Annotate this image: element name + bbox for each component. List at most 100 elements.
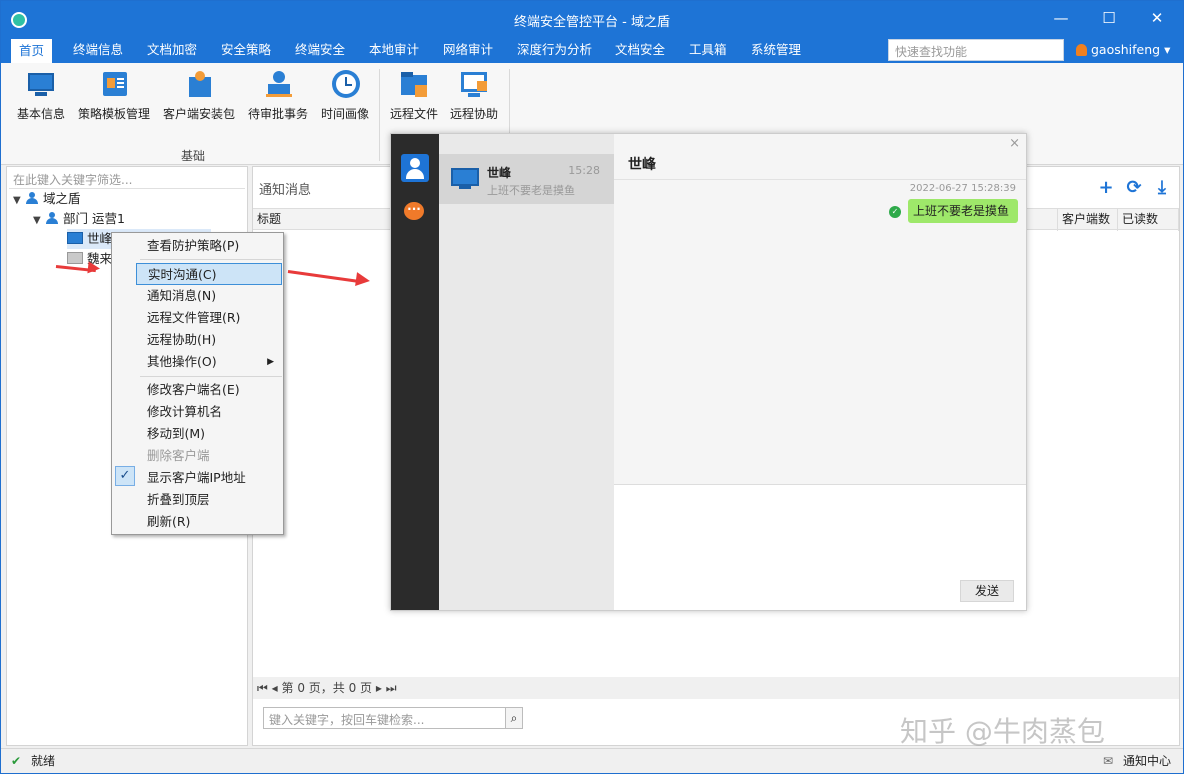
menu-local-audit[interactable]: 本地审计	[361, 37, 427, 63]
monitor-info-icon	[26, 69, 56, 99]
ribbon-time-profile-button[interactable]: 时间画像	[319, 69, 371, 122]
menu-item-refresh[interactable]: 刷新(R)	[136, 511, 282, 533]
first-page-icon[interactable]: ⏮	[257, 681, 268, 695]
menu-network-audit[interactable]: 网络审计	[435, 37, 501, 63]
close-button[interactable]: ✕	[1145, 7, 1169, 29]
search-icon[interactable]: ⌕	[505, 707, 523, 729]
tree-node-label: 部门 运营1	[63, 211, 125, 226]
user-icon	[1076, 44, 1087, 56]
tree-node-label: 世峰	[87, 231, 113, 246]
menu-doc-encrypt[interactable]: 文档加密	[139, 37, 205, 63]
menu-item-remote-file[interactable]: 远程文件管理(R)	[136, 307, 282, 329]
column-client-count[interactable]: 客户端数	[1058, 209, 1118, 231]
refresh-icon[interactable]: ⟳	[1123, 177, 1145, 199]
clock-icon	[330, 69, 360, 99]
red-arrow-head	[355, 272, 371, 288]
policy-template-icon	[99, 69, 129, 99]
remote-assist-icon	[459, 69, 489, 99]
pane-toolbar: + ⟳ ⤓	[1089, 177, 1173, 199]
conversation-time: 15:28	[568, 164, 600, 177]
menu-terminal-security[interactable]: 终端安全	[287, 37, 353, 63]
menu-item-live-chat[interactable]: 实时沟通(C)	[136, 263, 282, 285]
next-page-icon[interactable]: ▸	[376, 681, 382, 695]
pager: ⏮ ◂ 第 0 页，共 0 页 ▸ ⏭	[253, 677, 1179, 699]
ribbon-label: 策略模板管理	[77, 107, 150, 121]
menu-terminal-info[interactable]: 终端信息	[65, 37, 131, 63]
status-text: 就绪	[31, 754, 56, 768]
user-name: gaoshifeng	[1091, 42, 1161, 57]
ribbon-separator	[379, 69, 380, 161]
menu-item-move-to[interactable]: 移动到(M)	[136, 423, 282, 445]
add-icon[interactable]: +	[1095, 177, 1117, 199]
tree-node-dept[interactable]: ▼ 部门 运营1	[33, 209, 125, 229]
ribbon-group-label: 基础	[181, 149, 206, 163]
notification-search-input[interactable]: 键入关键字，按回车键检索...	[263, 707, 523, 729]
menu-system-admin[interactable]: 系统管理	[743, 37, 809, 63]
group-icon	[45, 212, 59, 224]
column-read-count[interactable]: 已读数	[1118, 209, 1179, 231]
red-arrow-head	[87, 261, 101, 275]
menu-security-policy[interactable]: 安全策略	[213, 37, 279, 63]
message-timestamp: 2022-06-27 15:28:39	[909, 183, 1016, 194]
ribbon-label: 远程协助	[449, 107, 498, 121]
menu-item-view-policy[interactable]: 查看防护策略(P)	[136, 235, 282, 257]
remote-file-icon	[399, 69, 429, 99]
ready-check-icon: ✔	[11, 754, 22, 768]
menu-item-label: 其他操作(O)	[147, 354, 217, 369]
monitor-icon	[451, 168, 479, 186]
monitor-online-icon	[67, 232, 83, 244]
conversation-list: 世峰 15:28 上班不要老是摸鱼	[439, 134, 614, 610]
ribbon-label: 客户端安装包	[162, 107, 235, 121]
menu-home[interactable]: 首页	[11, 39, 53, 63]
install-package-icon	[184, 69, 214, 99]
menu-item-delete-client: 删除客户端	[147, 448, 210, 463]
submenu-arrow-icon: ▶	[267, 357, 274, 367]
menu-item-show-ip[interactable]: 显示客户端IP地址	[136, 467, 282, 489]
prev-page-icon[interactable]: ◂	[272, 681, 278, 695]
send-button[interactable]: 发送	[960, 580, 1014, 602]
ribbon-label: 待审批事务	[247, 107, 308, 121]
pane-title: 通知消息	[259, 183, 312, 198]
menu-item-rename-client[interactable]: 修改客户端名(E)	[136, 379, 282, 401]
message-bubble: 上班不要老是摸鱼	[908, 199, 1018, 223]
ribbon-install-package-button[interactable]: 客户端安装包	[161, 69, 237, 122]
ribbon-label: 远程文件	[389, 107, 438, 121]
tree-node-root[interactable]: ▼ 域之盾	[13, 189, 81, 209]
chevron-down-icon[interactable]: ▼	[33, 211, 45, 231]
ribbon-basic-info-button[interactable]: 基本信息	[15, 69, 67, 122]
notification-center-link[interactable]: 通知中心	[1123, 749, 1171, 773]
chat-window: ··· 世峰 15:28 上班不要老是摸鱼 世峰 × 2022-06-27 15…	[390, 133, 1027, 611]
contact-avatar-icon[interactable]	[401, 154, 429, 182]
menu-doc-security[interactable]: 文档安全	[607, 37, 673, 63]
ribbon-remote-assist-button[interactable]: 远程协助	[447, 69, 501, 122]
quick-search-input[interactable]: 快速查找功能	[888, 39, 1064, 61]
ribbon-approval-button[interactable]: 待审批事务	[245, 69, 311, 122]
menu-separator	[140, 259, 282, 260]
tree-node-label: 域之盾	[43, 191, 81, 206]
menu-item-collapse-top[interactable]: 折叠到顶层	[136, 489, 282, 511]
menu-item-other-ops[interactable]: 其他操作(O) ▶	[136, 351, 282, 373]
menu-toolbox[interactable]: 工具箱	[681, 37, 735, 63]
status-bar: ✔ 就绪 ✉ 通知中心	[1, 748, 1183, 773]
chat-bubble-icon[interactable]: ···	[404, 202, 424, 220]
maximize-button[interactable]: ☐	[1097, 7, 1121, 29]
last-page-icon[interactable]: ⏭	[386, 681, 397, 695]
group-icon	[25, 192, 39, 204]
window-title: 终端安全管控平台 - 域之盾	[514, 15, 670, 30]
ribbon-remote-file-button[interactable]: 远程文件	[387, 69, 441, 122]
ribbon-policy-template-button[interactable]: 策略模板管理	[75, 69, 153, 122]
menu-item-rename-computer[interactable]: 修改计算机名	[136, 401, 282, 423]
chevron-down-icon[interactable]: ▼	[13, 191, 25, 211]
download-icon[interactable]: ⤓	[1151, 177, 1173, 199]
menu-item-notify[interactable]: 通知消息(N)	[136, 285, 282, 307]
minimize-button[interactable]: —	[1049, 7, 1073, 29]
page-info: 第 0 页，共 0 页	[281, 681, 373, 695]
sent-check-icon: ✓	[889, 206, 901, 218]
menu-item-remote-assist[interactable]: 远程协助(H)	[136, 329, 282, 351]
menu-behavior-analysis[interactable]: 深度行为分析	[509, 37, 600, 63]
tree-filter-input[interactable]: 在此键入关键字筛选...	[9, 169, 245, 189]
chat-close-icon[interactable]: ×	[1009, 136, 1020, 151]
chat-divider	[614, 179, 1026, 180]
user-menu[interactable]: gaoshifeng ▾	[1076, 42, 1170, 57]
conversation-item[interactable]: 世峰 15:28 上班不要老是摸鱼	[439, 154, 614, 204]
